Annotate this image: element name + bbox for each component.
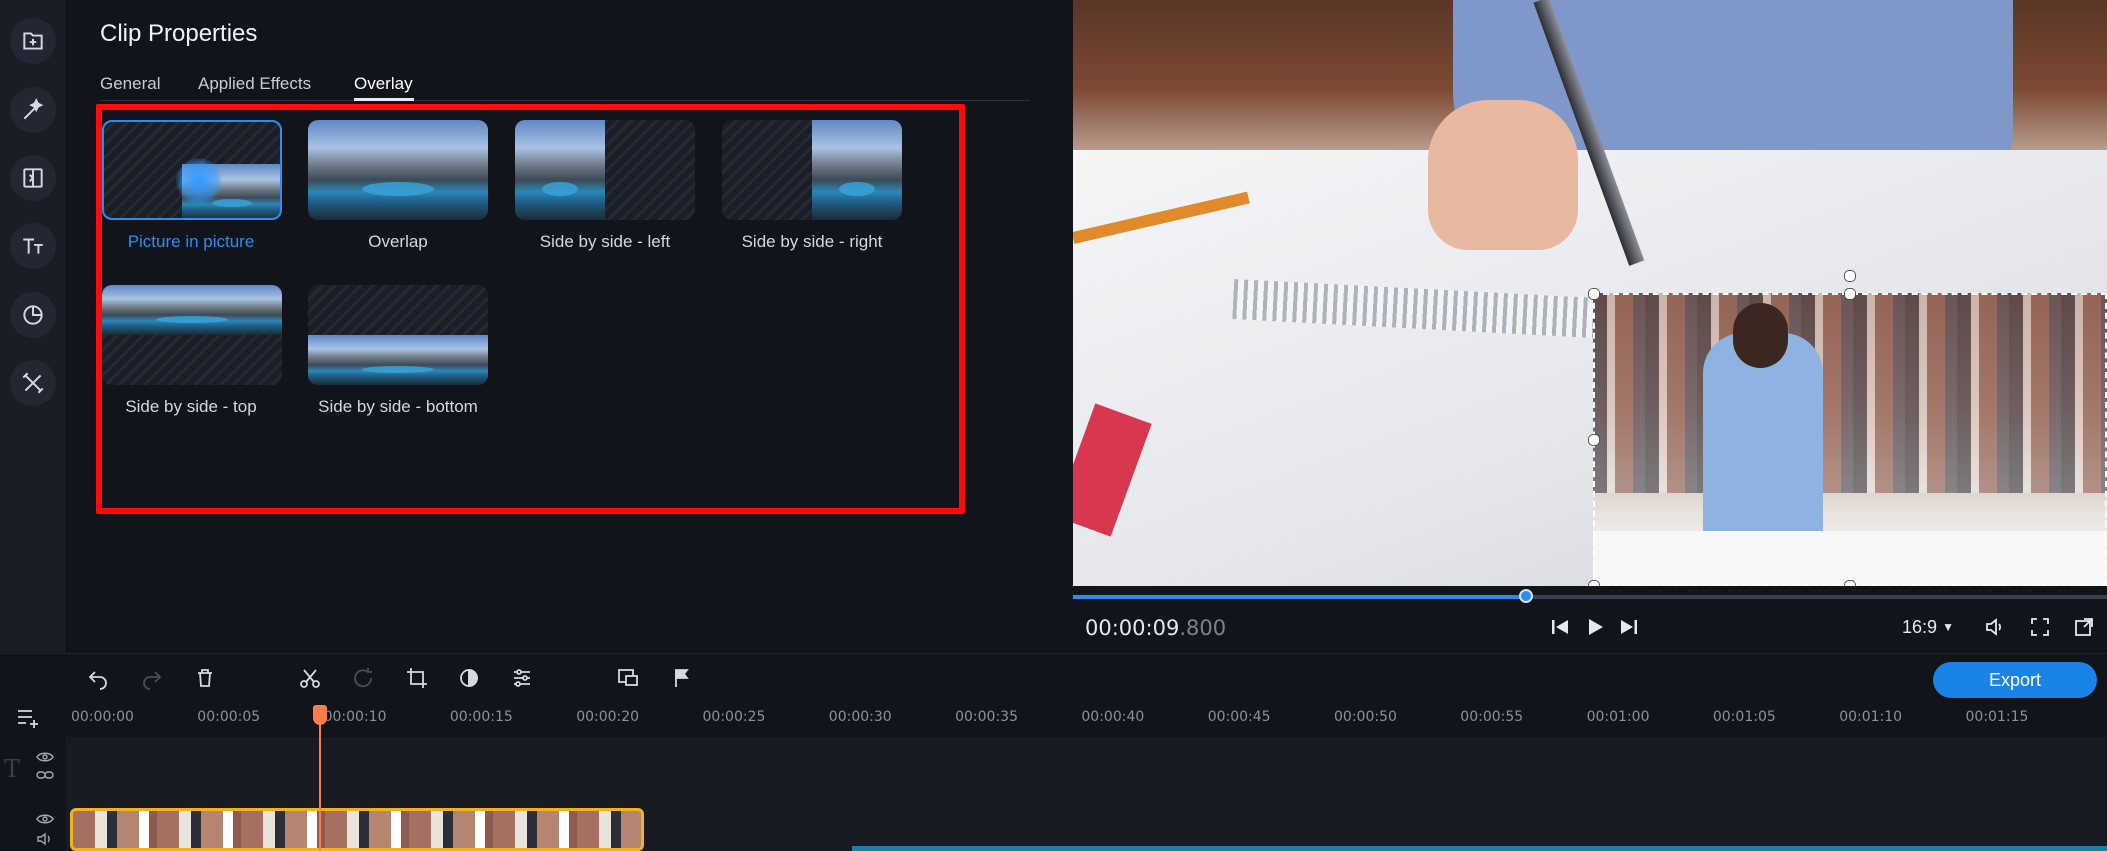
crop-icon[interactable] — [403, 664, 431, 692]
visibility-eye-icon[interactable] — [36, 750, 54, 764]
aspect-ratio-dropdown[interactable]: 16:9 ▼ — [1893, 612, 1963, 642]
tab-applied-effects[interactable]: Applied Effects — [198, 74, 311, 94]
marker-flag-icon[interactable] — [668, 664, 696, 692]
link-icon[interactable] — [36, 768, 54, 782]
ruler-tick-label: 00:00:55 — [1460, 709, 1524, 725]
current-timecode: 00:00:09.800 — [1085, 616, 1226, 640]
resize-handle-top[interactable] — [1844, 288, 1856, 300]
fullscreen-icon[interactable] — [2027, 612, 2053, 642]
aspect-ratio-value: 16:9 — [1902, 616, 1938, 637]
cut-icon[interactable] — [296, 664, 324, 692]
panel-title: Clip Properties — [100, 20, 258, 47]
ruler-tick-label: 00:00:20 — [576, 709, 640, 725]
import-icon[interactable] — [10, 18, 56, 64]
overlay-pip-icon[interactable] — [614, 664, 642, 692]
detach-player-icon[interactable] — [2071, 612, 2097, 642]
video-track-volume-icon[interactable] — [36, 832, 54, 846]
ruler-tick-label: 00:00:35 — [955, 709, 1018, 725]
tab-overlay[interactable]: Overlay — [354, 74, 413, 94]
ruler-tick-label: 00:00:25 — [702, 709, 766, 725]
chevron-down-icon: ▼ — [1942, 620, 1954, 634]
audio-track-strip[interactable] — [852, 846, 2107, 851]
playback-progress-knob[interactable] — [1519, 589, 1533, 603]
ruler-tick-label: 00:01:10 — [1839, 709, 1903, 725]
ruler-tick-label: 00:01:00 — [1586, 709, 1650, 725]
preview-hand — [1428, 100, 1578, 250]
playhead-line — [319, 716, 321, 851]
delete-icon[interactable] — [191, 664, 219, 692]
ruler-tick-label: 00:01:05 — [1712, 709, 1776, 725]
ruler-tick-label: 00:00:05 — [197, 709, 261, 725]
ruler-tick-label: 00:00:15 — [449, 709, 513, 725]
video-track-eye-icon[interactable] — [36, 812, 54, 826]
tabs-divider — [100, 100, 1030, 101]
skip-forward-icon[interactable] — [1617, 612, 1641, 642]
ruler-tick-label: 00:00:40 — [1081, 709, 1145, 725]
pip-bounding-box — [1593, 293, 2107, 586]
color-adjust-icon[interactable] — [455, 664, 483, 692]
skip-back-icon[interactable] — [1548, 612, 1572, 642]
playback-progress-fill — [1073, 595, 1526, 599]
play-icon[interactable] — [1583, 612, 1607, 642]
ruler-tick-label: 00:00:30 — [828, 709, 892, 725]
ruler-tick-label: 00:00:00 — [71, 709, 134, 725]
ruler-tick-label: 00:00:50 — [1334, 709, 1397, 725]
resize-handle-left[interactable] — [1588, 434, 1600, 446]
video-clip[interactable] — [70, 808, 644, 851]
left-tool-rail — [0, 0, 67, 652]
stickers-icon[interactable] — [10, 292, 56, 338]
ruler-tick-label: 00:00:10 — [323, 709, 387, 725]
add-track-icon[interactable] — [14, 703, 44, 731]
export-button[interactable]: Export — [1933, 662, 2097, 698]
active-tab-indicator — [354, 98, 414, 101]
tab-general[interactable]: General — [100, 74, 160, 94]
ruler-tick-label: 00:01:15 — [1965, 709, 2029, 725]
transitions-icon[interactable] — [10, 155, 56, 201]
ruler-tick-label: 00:00:45 — [1207, 709, 1271, 725]
volume-icon[interactable] — [1982, 612, 2008, 642]
resize-handle-tl[interactable] — [1588, 288, 1600, 300]
filters-icon[interactable] — [10, 87, 56, 133]
clip-properties-icon[interactable] — [508, 664, 536, 692]
more-tools-icon[interactable] — [10, 360, 56, 406]
rotate-icon[interactable] — [349, 664, 377, 692]
highlight-annotation-box — [96, 104, 965, 514]
rotate-handle[interactable] — [1844, 270, 1856, 282]
titles-icon[interactable] — [10, 223, 56, 269]
title-track-icon: T — [4, 755, 21, 783]
video-preview[interactable] — [1073, 0, 2107, 586]
playhead-handle[interactable] — [313, 705, 327, 725]
redo-icon[interactable] — [138, 664, 166, 692]
timecode-ms: .800 — [1179, 616, 1227, 640]
timecode-main: 00:00:09 — [1085, 616, 1180, 640]
undo-icon[interactable] — [84, 664, 112, 692]
